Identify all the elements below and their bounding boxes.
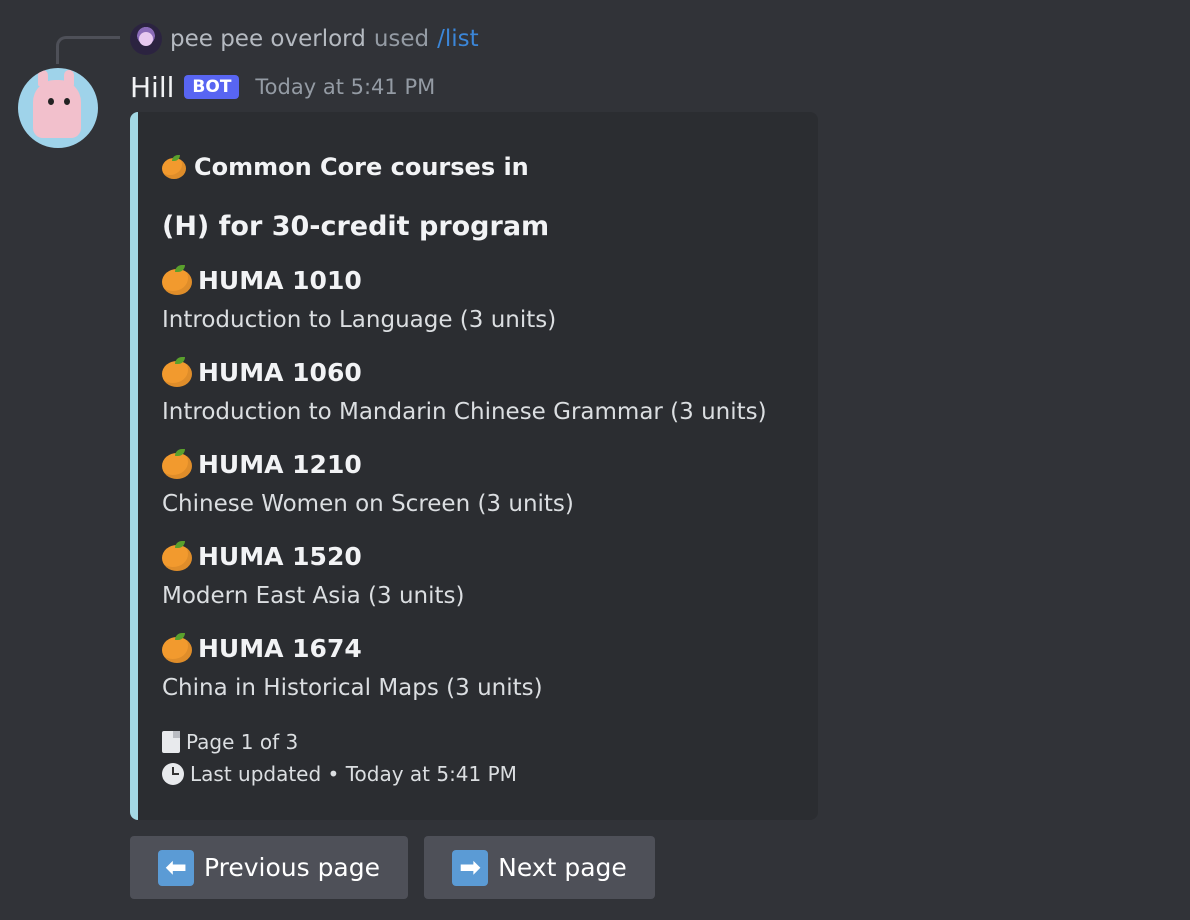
command-invocation: pee pee overlord used /list [130, 22, 479, 56]
course-item: HUMA 1210 Chinese Women on Screen (3 unit… [162, 444, 798, 524]
command-used-text: used [373, 26, 430, 52]
course-description: Modern East Asia (3 units) [162, 583, 465, 609]
tangerine-icon [162, 265, 192, 295]
course-description: China in Historical Maps (3 units) [162, 675, 543, 701]
bot-badge: BOT [184, 75, 240, 99]
embed-footer: Page 1 of 3 Last updated • Today at 5:41… [162, 726, 798, 790]
course-list: HUMA 1010 Introduction to Language (3 uni… [162, 260, 798, 708]
course-code: HUMA 1060 [162, 352, 798, 392]
course-item: HUMA 1060 Introduction to Mandarin Chines… [162, 352, 798, 432]
course-item: HUMA 1674 China in Historical Maps (3 uni… [162, 628, 798, 708]
embed-title-text: Common Core courses in [194, 153, 529, 181]
tangerine-icon [162, 357, 192, 387]
avatar-eye-right [64, 98, 70, 105]
course-code-text: HUMA 1520 [198, 541, 362, 571]
clock-icon [162, 763, 184, 785]
course-description: Introduction to Mandarin Chinese Grammar… [162, 399, 767, 425]
course-code-text: HUMA 1010 [198, 265, 362, 295]
reply-connector [56, 36, 120, 64]
course-description: Introduction to Language (3 units) [162, 307, 557, 333]
embed-content: Common Core courses in (H) for 30-credit… [162, 148, 798, 790]
avatar-eye-left [48, 98, 54, 105]
embed-accent-bar [130, 112, 138, 820]
course-code-text: HUMA 1210 [198, 449, 362, 479]
course-item: HUMA 1010 Introduction to Language (3 uni… [162, 260, 798, 340]
previous-page-button[interactable]: ⬅ Previous page [130, 836, 408, 899]
next-page-label: Next page [498, 853, 627, 882]
course-item: HUMA 1520 Modern East Asia (3 units) [162, 536, 798, 616]
tangerine-icon [162, 541, 192, 571]
page-indicator: Page 1 of 3 [186, 730, 299, 754]
course-code-text: HUMA 1674 [198, 633, 362, 663]
course-code: HUMA 1210 [162, 444, 798, 484]
course-embed: Common Core courses in (H) for 30-credit… [130, 112, 818, 820]
bot-avatar[interactable] [18, 68, 98, 148]
course-code: HUMA 1520 [162, 536, 798, 576]
author-name[interactable]: Hill [130, 71, 174, 104]
command-user-name[interactable]: pee pee overlord [170, 26, 366, 52]
tangerine-icon [162, 155, 186, 179]
avatar-body [33, 80, 81, 138]
previous-page-label: Previous page [203, 853, 381, 882]
message-header: Hill BOT Today at 5:41 PM [130, 68, 435, 106]
arrow-right-icon: ➡ [452, 849, 489, 886]
embed-subtitle: (H) for 30-credit program [162, 210, 550, 242]
message-timestamp[interactable]: Today at 5:41 PM [255, 75, 435, 99]
tangerine-icon [162, 633, 192, 663]
page-icon [162, 731, 180, 753]
last-updated: Last updated • Today at 5:41 PM [190, 762, 517, 786]
course-code-text: HUMA 1060 [198, 357, 362, 387]
command-user-avatar[interactable] [130, 23, 162, 55]
tangerine-icon [162, 449, 192, 479]
next-page-button[interactable]: ➡ Next page [424, 836, 655, 899]
course-code: HUMA 1674 [162, 628, 798, 668]
command-name[interactable]: /list [437, 26, 479, 52]
course-description: Chinese Women on Screen (3 units) [162, 491, 574, 517]
embed-title: Common Core courses in [162, 148, 798, 186]
arrow-left-icon: ⬅ [157, 849, 194, 886]
course-code: HUMA 1010 [162, 260, 798, 300]
